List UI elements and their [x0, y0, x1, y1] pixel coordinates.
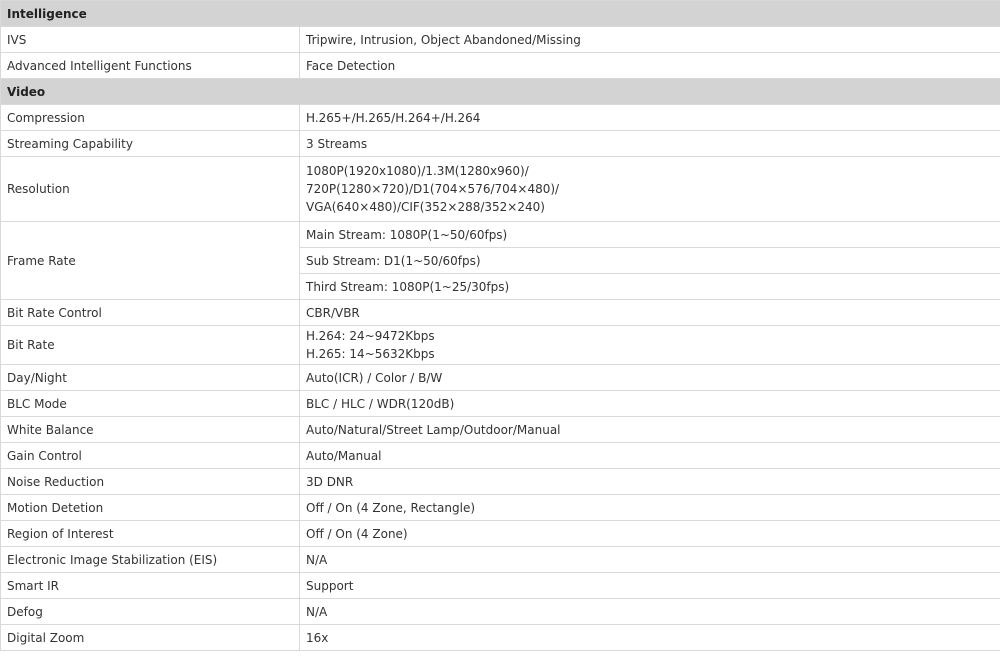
- resolution-line: VGA(640×480)/CIF(352×288/352×240): [306, 200, 545, 214]
- spec-value: Sub Stream: D1(1~50/60fps): [299, 247, 1000, 274]
- spec-label: Streaming Capability: [0, 130, 300, 157]
- spec-value: Third Stream: 1080P(1~25/30fps): [299, 273, 1000, 300]
- spec-value: Tripwire, Intrusion, Object Abandoned/Mi…: [299, 26, 1000, 53]
- table-row: Bit Rate Control CBR/VBR: [0, 299, 1000, 326]
- table-row: Electronic Image Stabilization (EIS) N/A: [0, 546, 1000, 573]
- spec-label: Bit Rate: [0, 325, 300, 365]
- spec-value: Support: [299, 572, 1000, 599]
- spec-label: Resolution: [0, 156, 300, 222]
- spec-label: BLC Mode: [0, 390, 300, 417]
- spec-value: CBR/VBR: [299, 299, 1000, 326]
- bit-rate-line: H.264: 24~9472Kbps: [306, 329, 435, 343]
- spec-value: H.265+/H.265/H.264+/H.264: [299, 104, 1000, 131]
- table-row: BLC Mode BLC / HLC / WDR(120dB): [0, 390, 1000, 417]
- spec-value: N/A: [299, 598, 1000, 625]
- spec-value: Auto/Manual: [299, 442, 1000, 469]
- spec-label: Region of Interest: [0, 520, 300, 547]
- table-row: Resolution 1080P(1920x1080)/1.3M(1280x96…: [0, 156, 1000, 222]
- table-row: Digital Zoom 16x: [0, 624, 1000, 651]
- spec-label: Smart IR: [0, 572, 300, 599]
- spec-label: Gain Control: [0, 442, 300, 469]
- spec-label: Frame Rate: [0, 221, 300, 300]
- table-row: Defog N/A: [0, 598, 1000, 625]
- table-row: Bit Rate H.264: 24~9472Kbps H.265: 14~56…: [0, 325, 1000, 365]
- bit-rate-line: H.265: 14~5632Kbps: [306, 347, 435, 361]
- spec-label: Defog: [0, 598, 300, 625]
- table-row: Day/Night Auto(ICR) / Color / B/W: [0, 364, 1000, 391]
- spec-label: Advanced Intelligent Functions: [0, 52, 300, 79]
- resolution-line: 1080P(1920x1080)/1.3M(1280x960)/: [306, 164, 529, 178]
- section-title: Intelligence: [0, 0, 1000, 27]
- spec-value: Face Detection: [299, 52, 1000, 79]
- spec-label: Compression: [0, 104, 300, 131]
- table-row: Noise Reduction 3D DNR: [0, 468, 1000, 495]
- spec-value: Main Stream: 1080P(1~50/60fps): [299, 221, 1000, 248]
- spec-value: 3 Streams: [299, 130, 1000, 157]
- table-row: Motion Detetion Off / On (4 Zone, Rectan…: [0, 494, 1000, 521]
- table-row: White Balance Auto/Natural/Street Lamp/O…: [0, 416, 1000, 443]
- spec-value: Off / On (4 Zone): [299, 520, 1000, 547]
- table-row: Advanced Intelligent Functions Face Dete…: [0, 52, 1000, 79]
- spec-value: 1080P(1920x1080)/1.3M(1280x960)/ 720P(12…: [299, 156, 1000, 222]
- table-row: Compression H.265+/H.265/H.264+/H.264: [0, 104, 1000, 131]
- section-title: Video: [0, 78, 1000, 105]
- spec-value: Auto/Natural/Street Lamp/Outdoor/Manual: [299, 416, 1000, 443]
- spec-value: 16x: [299, 624, 1000, 651]
- section-header-intelligence: Intelligence: [0, 0, 1000, 27]
- table-row: Gain Control Auto/Manual: [0, 442, 1000, 469]
- spec-label: Electronic Image Stabilization (EIS): [0, 546, 300, 573]
- table-row: Frame Rate Main Stream: 1080P(1~50/60fps…: [0, 221, 1000, 300]
- table-row: Streaming Capability 3 Streams: [0, 130, 1000, 157]
- resolution-line: 720P(1280×720)/D1(704×576/704×480)/: [306, 182, 560, 196]
- section-header-video: Video: [0, 78, 1000, 105]
- spec-value: H.264: 24~9472Kbps H.265: 14~5632Kbps: [299, 325, 1000, 365]
- spec-label: Motion Detetion: [0, 494, 300, 521]
- spec-value: BLC / HLC / WDR(120dB): [299, 390, 1000, 417]
- spec-label: Bit Rate Control: [0, 299, 300, 326]
- table-row: Region of Interest Off / On (4 Zone): [0, 520, 1000, 547]
- table-row: IVS Tripwire, Intrusion, Object Abandone…: [0, 26, 1000, 53]
- spec-value: Auto(ICR) / Color / B/W: [299, 364, 1000, 391]
- spec-table: Intelligence IVS Tripwire, Intrusion, Ob…: [0, 0, 1000, 651]
- spec-label: IVS: [0, 26, 300, 53]
- spec-value: N/A: [299, 546, 1000, 573]
- spec-label: Noise Reduction: [0, 468, 300, 495]
- spec-label: White Balance: [0, 416, 300, 443]
- spec-label: Digital Zoom: [0, 624, 300, 651]
- spec-value: Off / On (4 Zone, Rectangle): [299, 494, 1000, 521]
- table-row: Smart IR Support: [0, 572, 1000, 599]
- spec-label: Day/Night: [0, 364, 300, 391]
- spec-value: 3D DNR: [299, 468, 1000, 495]
